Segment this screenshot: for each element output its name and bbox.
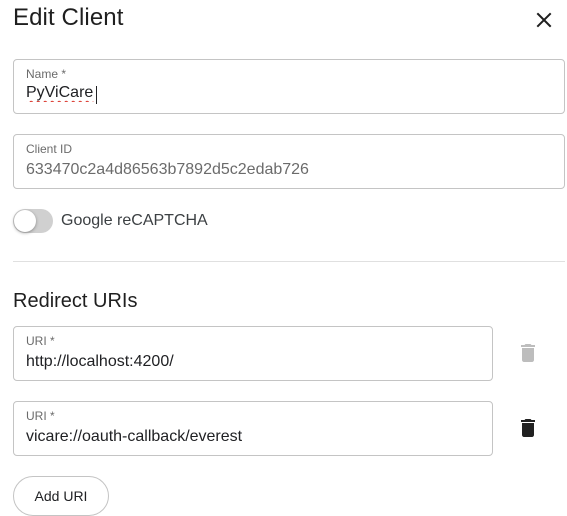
name-field-label: Name * bbox=[26, 67, 67, 81]
uri-field-2[interactable]: URI * vicare://oauth-callback/everest bbox=[13, 401, 493, 456]
add-uri-button[interactable]: Add URI bbox=[13, 476, 109, 516]
recaptcha-toggle[interactable] bbox=[13, 209, 53, 233]
section-divider bbox=[13, 261, 565, 262]
delete-uri-2-icon[interactable] bbox=[516, 416, 540, 440]
uri-value[interactable]: vicare://oauth-callback/everest bbox=[26, 428, 242, 446]
client-id-field: Client ID 633470c2a4d86563b7892d5c2edab7… bbox=[13, 134, 565, 189]
uri-label: URI * bbox=[26, 334, 55, 348]
recaptcha-label: Google reCAPTCHA bbox=[61, 212, 208, 229]
dialog-title: Edit Client bbox=[13, 4, 124, 31]
uri-label: URI * bbox=[26, 409, 55, 423]
uri-field-1[interactable]: URI * http://localhost:4200/ bbox=[13, 326, 493, 381]
client-id-label: Client ID bbox=[26, 142, 73, 156]
toggle-knob bbox=[14, 210, 36, 232]
delete-uri-1-icon[interactable] bbox=[516, 341, 540, 365]
text-caret bbox=[96, 86, 97, 104]
uri-value[interactable]: http://localhost:4200/ bbox=[26, 353, 174, 371]
name-field[interactable]: Name * bbox=[13, 59, 565, 114]
name-input[interactable] bbox=[26, 84, 552, 102]
client-id-value: 633470c2a4d86563b7892d5c2edab726 bbox=[26, 161, 309, 178]
close-icon[interactable] bbox=[532, 8, 556, 32]
redirect-uris-heading: Redirect URIs bbox=[13, 290, 138, 312]
